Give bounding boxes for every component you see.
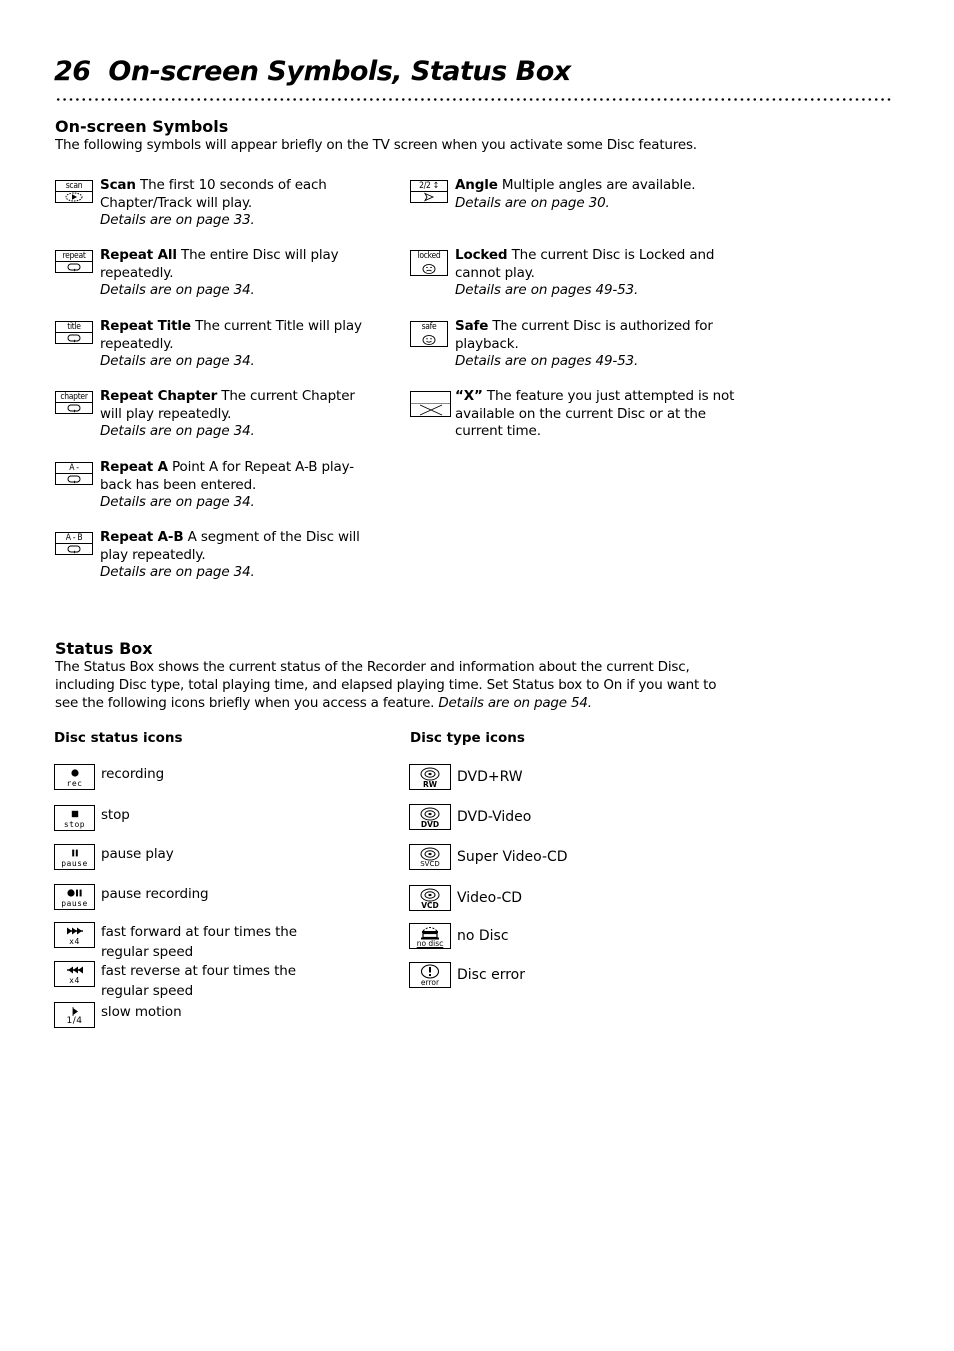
angle-icon: 2/2 ↕ [410, 180, 448, 203]
disc-icon [420, 807, 440, 820]
pause-play-icon: pause [54, 844, 95, 870]
disc-type-icons-heading: Disc type icons [410, 730, 525, 746]
pause-recording-icon: pause [54, 884, 95, 910]
disc-icon [420, 888, 440, 901]
no-disc-icon: no disc [409, 923, 451, 949]
status-label: stop [101, 807, 130, 823]
symbol-details: Details are on page 34. [100, 282, 255, 299]
symbol-details: Details are on page 34. [100, 564, 255, 581]
stop-square-icon [71, 810, 78, 818]
disc-status-icons-heading: Disc status icons [54, 730, 183, 746]
slow-motion-icon [72, 1006, 78, 1016]
onscreen-symbols-intro: The following symbols will appear briefl… [55, 137, 697, 153]
symbol-name: Repeat A [100, 459, 168, 475]
fast-forward-x4-icon: x4 [54, 922, 95, 948]
disc-type-label: DVD-Video [457, 809, 532, 825]
status-label: fast forward at four times the regular s… [101, 924, 297, 960]
pause-icon [71, 849, 78, 857]
symbol-desc: The feature you just attempted is not av… [455, 388, 735, 440]
fast-reverse-x4-icon: x4 [54, 961, 95, 987]
symbol-details: Details are on pages 49-53. [455, 353, 639, 370]
disc-error-icon: error [409, 962, 451, 988]
dotted-divider [55, 98, 893, 101]
disc-type-label: Video-CD [457, 890, 523, 906]
status-label: pause recording [101, 886, 209, 902]
status-label: pause play [101, 846, 174, 862]
page-title-text: On-screen Symbols, Status Box [108, 56, 571, 87]
record-dot-icon [70, 769, 79, 777]
disc-type-label: Disc error [457, 967, 526, 983]
symbol-name: Angle [455, 177, 498, 193]
record-icon: rec [54, 764, 95, 790]
disc-icon [420, 767, 440, 780]
disc-type-label: no Disc [457, 928, 509, 944]
symbol-name: Scan [100, 177, 136, 193]
vcd-icon: VCD [409, 885, 451, 911]
status-box-intro: The Status Box shows the current status … [55, 659, 717, 711]
tray-eject-icon [421, 927, 439, 940]
dvd-video-icon: DVD [409, 804, 451, 830]
status-box-heading: Status Box [55, 639, 153, 658]
fast-forward-icon [66, 927, 83, 935]
repeat-all-icon: repeat [55, 250, 93, 273]
onscreen-symbols-heading: On-screen Symbols [55, 117, 229, 136]
symbol-details: Details are on page 34. [100, 353, 255, 370]
safe-icon: safe [410, 321, 448, 347]
slow-motion-quarter-icon: 1/4 [54, 1002, 95, 1028]
status-label: recording [101, 766, 165, 782]
symbol-name: Repeat All [100, 247, 177, 263]
disc-icon [420, 847, 440, 860]
symbol-details: Details are on page 33. [100, 212, 255, 229]
disc-type-label: Super Video-CD [457, 849, 568, 865]
fast-reverse-icon [66, 966, 83, 974]
symbol-details: Details are on pages 49-53. [455, 282, 639, 299]
exclamation-icon [420, 964, 440, 979]
repeat-a-icon: A - [55, 462, 93, 485]
stop-icon: stop [54, 805, 95, 831]
disc-type-label: DVD+RW [457, 769, 523, 785]
symbol-desc: Multiple angles are available. [497, 177, 696, 193]
locked-icon: locked [410, 250, 448, 276]
status-label: fast reverse at four times the regular s… [101, 963, 296, 999]
symbol-desc: The current Disc is authorized for playb… [455, 318, 713, 352]
symbol-name: Repeat Title [100, 318, 191, 334]
repeat-ab-icon: A - B [55, 532, 93, 555]
dvd-rw-icon: RW [409, 764, 451, 790]
symbol-details: Details are on page 30. [455, 194, 610, 211]
record-pause-icon [66, 889, 82, 897]
symbol-name: Repeat A-B [100, 529, 184, 545]
symbol-details: Details are on page 34. [100, 494, 255, 511]
symbol-name: Repeat Chapter [100, 388, 218, 404]
symbol-name: “X” [455, 388, 483, 404]
svcd-icon: SVCD [409, 844, 451, 870]
symbol-details: Details are on page 34. [100, 423, 255, 440]
symbol-name: Safe [455, 318, 489, 334]
page-title: 26 On-screen Symbols, Status Box [54, 56, 571, 87]
x-icon [419, 404, 442, 415]
x-not-available-icon [410, 391, 451, 417]
smiley-face-icon [422, 334, 436, 345]
sad-face-icon [422, 263, 436, 274]
repeat-title-icon: title [55, 321, 93, 344]
scan-icon: scan [55, 180, 93, 203]
status-label: slow motion [101, 1004, 182, 1020]
page-number: 26 [54, 56, 91, 87]
symbol-name: Locked [455, 247, 508, 263]
status-box-details: Details are on page 54. [438, 695, 592, 711]
repeat-chapter-icon: chapter [55, 391, 93, 414]
